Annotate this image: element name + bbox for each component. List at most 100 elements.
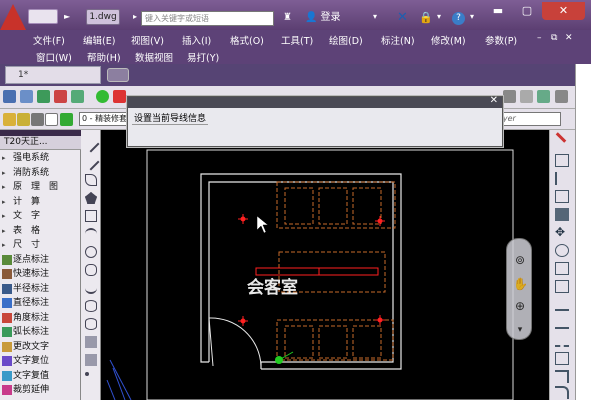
make-block-icon[interactable]: [85, 354, 97, 366]
t20-menu-item[interactable]: ▸ 尺寸: [0, 238, 81, 252]
circle-icon[interactable]: [85, 246, 97, 258]
menu-easyprint[interactable]: 易打(Y): [187, 50, 219, 64]
toolbar-icon[interactable]: [54, 90, 67, 103]
quick-access-files-button[interactable]: [28, 9, 58, 24]
toolbar-icon[interactable]: [113, 90, 126, 103]
t20-menu-item[interactable]: ▸ 文字: [0, 209, 81, 223]
t20-menu-item[interactable]: 裁剪延伸: [0, 383, 81, 397]
mirror-icon[interactable]: [555, 172, 569, 185]
doc-close-icon[interactable]: ✕: [565, 33, 573, 43]
menu-modify[interactable]: 修改(M): [431, 33, 466, 47]
arc-icon[interactable]: [85, 228, 97, 240]
app-lock-icon[interactable]: 🔒: [419, 10, 433, 25]
erase-icon[interactable]: [555, 132, 567, 143]
toolbar-icon[interactable]: [520, 90, 533, 103]
quick-access-more-icon[interactable]: ►: [64, 9, 78, 24]
construction-line-icon[interactable]: [82, 153, 100, 171]
search-input[interactable]: 键入关键字或短语: [141, 11, 274, 26]
layer-lock-icon[interactable]: [31, 113, 44, 126]
t20-menu-item[interactable]: 更改文字: [0, 340, 81, 354]
toolbar-icon[interactable]: [3, 90, 16, 103]
login-button[interactable]: 👤 登录: [305, 11, 340, 25]
line-icon[interactable]: [82, 135, 100, 153]
new-drawing-tab-button[interactable]: [107, 68, 129, 82]
toolbar-icon[interactable]: [503, 90, 516, 103]
lock-dropdown-icon[interactable]: ▾: [437, 12, 441, 21]
toolbar-icon[interactable]: [71, 90, 84, 103]
ellipse-arc-icon[interactable]: [85, 318, 97, 330]
insert-block-icon[interactable]: [85, 336, 97, 348]
t20-menu-item[interactable]: 文字复位: [0, 354, 81, 368]
polygon-icon[interactable]: [85, 192, 97, 204]
ellipse-icon[interactable]: [85, 300, 97, 312]
pan-hand-icon[interactable]: ✋: [513, 277, 528, 291]
chamfer-icon[interactable]: [555, 370, 569, 383]
rotate-icon[interactable]: [555, 244, 569, 257]
menu-parameter[interactable]: 参数(P): [485, 33, 517, 47]
t20-menu-item[interactable]: 半径标注: [0, 282, 81, 296]
polyline-icon[interactable]: [85, 174, 97, 186]
trim-icon[interactable]: [555, 298, 569, 311]
menu-insert[interactable]: 插入(I): [182, 33, 211, 47]
menu-dimension[interactable]: 标注(N): [381, 33, 415, 47]
extend-icon[interactable]: [555, 316, 569, 329]
sun-icon[interactable]: [17, 113, 30, 126]
t20-menu-item[interactable]: 弧长标注: [0, 325, 81, 339]
minimize-button[interactable]: ▬: [484, 2, 512, 20]
menu-data-view[interactable]: 数据视图: [135, 50, 173, 64]
t20-menu-item[interactable]: ▸ 原理图: [0, 180, 81, 194]
menu-edit[interactable]: 编辑(E): [83, 33, 115, 47]
login-dropdown-icon[interactable]: ▾: [373, 12, 377, 21]
zoom-extents-icon[interactable]: ⊕: [513, 299, 527, 313]
drawing-tab[interactable]: 1*: [5, 66, 101, 84]
spline-icon[interactable]: [85, 282, 97, 294]
t20-menu-item[interactable]: ▸ 强电系统: [0, 151, 81, 165]
layer-combo[interactable]: 0 - 精装修套: [79, 112, 131, 126]
toolbar-icon[interactable]: [555, 90, 568, 103]
toolbar-icon[interactable]: [20, 90, 33, 103]
toolbar-icon[interactable]: [96, 90, 109, 103]
break-icon[interactable]: [555, 334, 569, 347]
help-dropdown-icon[interactable]: ▾: [470, 12, 474, 21]
t20-menu-item[interactable]: 文字复值: [0, 369, 81, 383]
title-caret-icon[interactable]: ▸: [133, 12, 137, 21]
layer-color-icon[interactable]: [45, 113, 58, 126]
layer-property-combo[interactable]: ayer: [495, 112, 561, 126]
steering-wheel-icon[interactable]: ⊚: [513, 253, 527, 267]
help-icon[interactable]: ?: [452, 12, 465, 25]
t20-menu-item[interactable]: ▸ 计算: [0, 195, 81, 209]
drawing-canvas[interactable]: 会客室: [101, 130, 549, 400]
move-icon[interactable]: ✥: [555, 226, 569, 239]
exchange-icon[interactable]: ✕: [397, 10, 411, 25]
menu-draw[interactable]: 绘图(D): [329, 33, 363, 47]
fillet-icon[interactable]: [555, 386, 569, 399]
doc-restore-icon[interactable]: ⧉: [551, 33, 557, 43]
join-icon[interactable]: [555, 352, 569, 365]
menu-file[interactable]: 文件(F): [33, 33, 65, 47]
toolbar-icon[interactable]: [37, 90, 50, 103]
binoculars-icon[interactable]: ♜: [283, 12, 295, 23]
t20-menu-item[interactable]: 角度标注: [0, 311, 81, 325]
doc-minimize-icon[interactable]: –: [537, 33, 542, 43]
menu-help[interactable]: 帮助(H): [87, 50, 121, 64]
point-icon[interactable]: [85, 372, 89, 376]
scale-icon[interactable]: [555, 262, 569, 275]
stretch-icon[interactable]: [555, 280, 569, 293]
nav-more-icon[interactable]: ▾: [513, 323, 527, 337]
t20-menu-item[interactable]: ▸ 消防系统: [0, 166, 81, 180]
rectangle-icon[interactable]: [85, 210, 97, 222]
maximize-button[interactable]: ▢: [513, 2, 541, 20]
t20-menu-item[interactable]: 逐点标注: [0, 253, 81, 267]
menu-tools[interactable]: 工具(T): [281, 33, 313, 47]
t20-menu-item[interactable]: 快速标注: [0, 267, 81, 281]
copy-icon[interactable]: [555, 154, 569, 167]
offset-icon[interactable]: [555, 190, 569, 203]
t20-menu-item[interactable]: ▸ 表格: [0, 224, 81, 238]
menu-view[interactable]: 视图(V): [131, 33, 164, 47]
dialog-close-icon[interactable]: ✕: [490, 95, 498, 106]
lightbulb-icon[interactable]: [3, 113, 16, 126]
array-icon[interactable]: [555, 208, 569, 221]
toolbar-icon[interactable]: [537, 90, 550, 103]
revision-cloud-icon[interactable]: [85, 264, 97, 276]
t20-menu-item[interactable]: 直径标注: [0, 296, 81, 310]
